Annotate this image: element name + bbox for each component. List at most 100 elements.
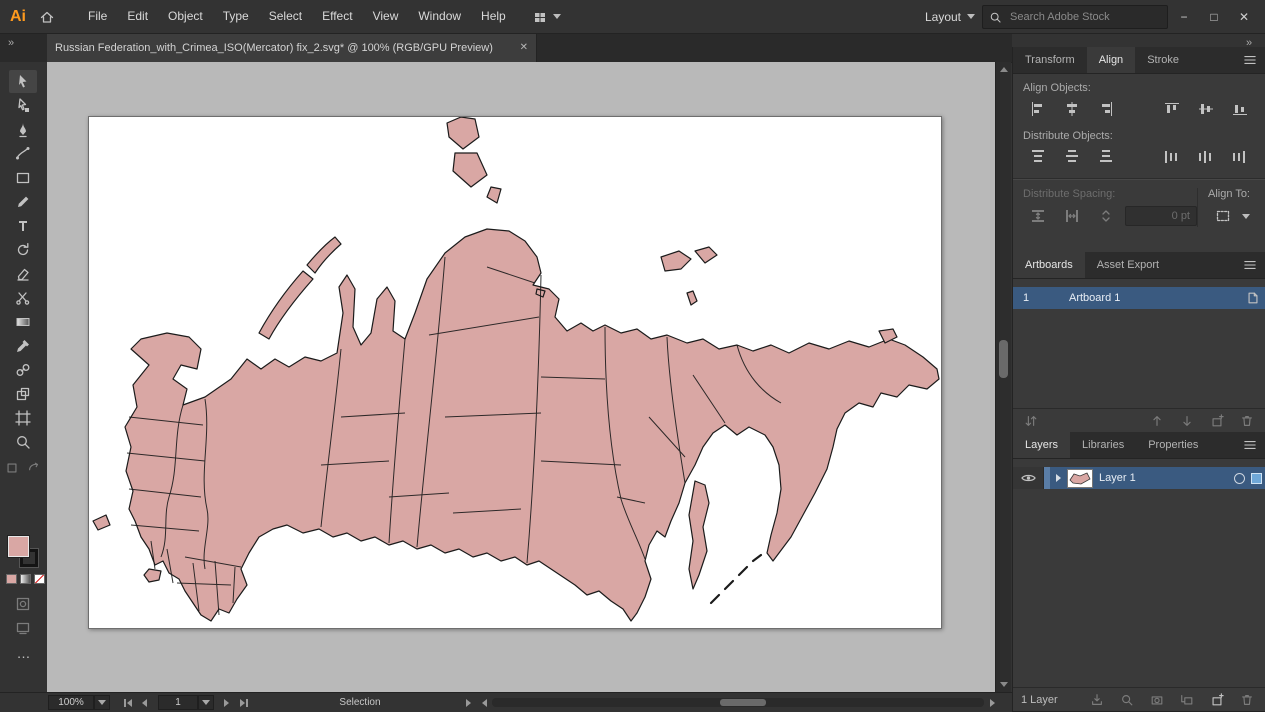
spacing-stepper[interactable] bbox=[1091, 205, 1121, 227]
minimize-button[interactable]: − bbox=[1169, 0, 1199, 33]
none-button[interactable] bbox=[34, 574, 45, 584]
status-expand-icon[interactable] bbox=[466, 699, 471, 707]
maximize-button[interactable]: □ bbox=[1199, 0, 1229, 33]
tab-libraries[interactable]: Libraries bbox=[1070, 432, 1136, 458]
zoom-dropdown-button[interactable] bbox=[94, 695, 110, 710]
horizontal-scroll-thumb[interactable] bbox=[720, 699, 766, 706]
previous-artboard-button[interactable] bbox=[142, 699, 147, 707]
new-layer-icon[interactable] bbox=[1207, 689, 1227, 711]
screen-mode-icon[interactable] bbox=[9, 616, 37, 639]
move-down-icon[interactable] bbox=[1177, 410, 1197, 432]
drawing-modes-icon[interactable] bbox=[9, 592, 37, 615]
layer-selection-indicator[interactable] bbox=[1251, 473, 1262, 484]
blend-tool[interactable] bbox=[9, 358, 37, 381]
move-up-icon[interactable] bbox=[1147, 410, 1167, 432]
menu-type[interactable]: Type bbox=[213, 0, 259, 33]
selection-tool[interactable] bbox=[9, 70, 37, 93]
first-artboard-button[interactable] bbox=[124, 699, 132, 707]
artboard-list-item[interactable]: 1 Artboard 1 bbox=[1013, 287, 1265, 309]
distribute-right-icon[interactable] bbox=[1225, 146, 1255, 168]
tab-asset-export[interactable]: Asset Export bbox=[1085, 252, 1171, 278]
artboard-tool[interactable] bbox=[9, 406, 37, 429]
align-top-icon[interactable] bbox=[1157, 98, 1187, 120]
swap-fill-stroke-icon[interactable] bbox=[24, 456, 44, 479]
horizontal-scrollbar[interactable] bbox=[492, 698, 984, 707]
tab-transform[interactable]: Transform bbox=[1013, 47, 1087, 73]
edit-toolbar-button[interactable]: … bbox=[0, 645, 47, 661]
reorder-artboards-icon[interactable] bbox=[1021, 410, 1041, 432]
delete-artboard-icon[interactable] bbox=[1237, 410, 1257, 432]
shape-builder-tool[interactable] bbox=[9, 382, 37, 405]
adobe-stock-search[interactable] bbox=[982, 5, 1168, 29]
make-mask-icon[interactable] bbox=[1147, 689, 1167, 711]
locate-object-icon[interactable] bbox=[1117, 689, 1137, 711]
selection-mode-icon[interactable] bbox=[2, 456, 22, 479]
tab-layers[interactable]: Layers bbox=[1013, 432, 1070, 458]
new-sublayer-icon[interactable] bbox=[1177, 689, 1197, 711]
close-document-icon[interactable]: ✕ bbox=[520, 42, 528, 53]
align-right-icon[interactable] bbox=[1091, 98, 1121, 120]
scroll-up-icon[interactable] bbox=[1000, 67, 1008, 72]
align-vertical-center-icon[interactable] bbox=[1191, 98, 1221, 120]
toolbar-collapse-icon[interactable]: » bbox=[8, 37, 13, 49]
panel-menu-icon[interactable] bbox=[1243, 252, 1265, 278]
layout-workspace-button[interactable]: Layout bbox=[925, 0, 975, 33]
vertical-scrollbar[interactable] bbox=[995, 62, 1011, 692]
color-button[interactable] bbox=[6, 574, 17, 584]
tab-artboards[interactable]: Artboards bbox=[1013, 252, 1085, 278]
layer-thumbnail[interactable] bbox=[1067, 469, 1093, 488]
zoom-level-field[interactable]: 100% bbox=[48, 695, 94, 710]
menu-edit[interactable]: Edit bbox=[117, 0, 158, 33]
tab-stroke[interactable]: Stroke bbox=[1135, 47, 1191, 73]
artboard-nav-field[interactable]: 1 bbox=[158, 695, 198, 710]
scroll-right-icon[interactable] bbox=[990, 699, 995, 707]
document-tab[interactable]: Russian Federation_with_Crimea_ISO(Merca… bbox=[47, 33, 537, 62]
last-artboard-button[interactable] bbox=[240, 699, 248, 707]
menu-select[interactable]: Select bbox=[259, 0, 312, 33]
artboard[interactable] bbox=[88, 116, 942, 629]
vertical-spacing-icon[interactable] bbox=[1023, 205, 1053, 227]
delete-layer-icon[interactable] bbox=[1237, 689, 1257, 711]
zoom-tool[interactable] bbox=[9, 430, 37, 453]
gradient-button[interactable] bbox=[20, 574, 31, 584]
search-input[interactable] bbox=[1008, 10, 1161, 24]
distribute-vertical-center-icon[interactable] bbox=[1057, 146, 1087, 168]
align-to-selection-icon[interactable] bbox=[1208, 205, 1238, 227]
home-icon[interactable] bbox=[34, 5, 60, 29]
panel-menu-icon[interactable] bbox=[1243, 47, 1265, 73]
artboard-page-icon[interactable] bbox=[1241, 287, 1265, 309]
spacing-value-field[interactable]: 0 pt bbox=[1125, 206, 1197, 226]
distribute-top-icon[interactable] bbox=[1023, 146, 1053, 168]
layer-visibility-toggle[interactable] bbox=[1013, 467, 1044, 489]
rotate-tool[interactable] bbox=[9, 238, 37, 261]
scissors-tool[interactable] bbox=[9, 286, 37, 309]
collect-for-export-icon[interactable] bbox=[1087, 689, 1107, 711]
menu-effect[interactable]: Effect bbox=[312, 0, 362, 33]
eyedropper-tool[interactable] bbox=[9, 334, 37, 357]
layer-list-item[interactable]: Layer 1 bbox=[1013, 467, 1265, 489]
menu-object[interactable]: Object bbox=[158, 0, 213, 33]
distribute-left-icon[interactable] bbox=[1157, 146, 1187, 168]
rectangle-tool[interactable] bbox=[9, 166, 37, 189]
tab-properties[interactable]: Properties bbox=[1136, 432, 1210, 458]
pencil-tool[interactable] bbox=[9, 190, 37, 213]
align-bottom-icon[interactable] bbox=[1225, 98, 1255, 120]
expand-layer-icon[interactable] bbox=[1056, 474, 1061, 482]
align-left-icon[interactable] bbox=[1023, 98, 1053, 120]
type-tool[interactable] bbox=[9, 214, 37, 237]
next-artboard-button[interactable] bbox=[224, 699, 229, 707]
direct-selection-tool[interactable] bbox=[9, 94, 37, 117]
layer-target-icon[interactable] bbox=[1234, 473, 1245, 484]
panel-menu-icon[interactable] bbox=[1243, 432, 1265, 458]
vertical-scroll-thumb[interactable] bbox=[999, 340, 1008, 378]
menu-window[interactable]: Window bbox=[408, 0, 471, 33]
horizontal-spacing-icon[interactable] bbox=[1057, 205, 1087, 227]
close-button[interactable]: ✕ bbox=[1229, 0, 1259, 33]
scroll-left-icon[interactable] bbox=[482, 699, 487, 707]
menu-view[interactable]: View bbox=[363, 0, 409, 33]
new-artboard-icon[interactable] bbox=[1207, 410, 1227, 432]
chevron-down-icon[interactable] bbox=[1242, 214, 1250, 219]
artboard-nav-dropdown[interactable] bbox=[198, 695, 214, 710]
gradient-tool[interactable] bbox=[9, 310, 37, 333]
distribute-horizontal-center-icon[interactable] bbox=[1191, 146, 1221, 168]
